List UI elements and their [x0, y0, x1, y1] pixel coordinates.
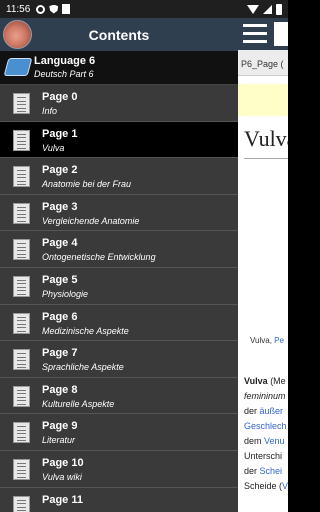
page-item-1[interactable]: Page 1 Vulva: [0, 121, 238, 159]
page-item-title: Page 1: [42, 127, 78, 140]
app-screen: 11:56 P6_Page ( Vulva Vulva, Pe Vulva (M…: [0, 0, 288, 512]
page-item-title: Page 6: [42, 310, 78, 323]
page-document-icon: [13, 93, 30, 114]
article-link[interactable]: Geschlech: [244, 421, 287, 431]
page-document-icon: [13, 202, 30, 224]
page-document-icon: [13, 239, 30, 261]
page-item-title: Page 11: [42, 493, 83, 506]
content-area: P6_Page ( Vulva Vulva, Pe Vulva (Me femin…: [238, 18, 288, 512]
page-item-5[interactable]: Page 5 Physiologie: [0, 267, 238, 305]
article-link[interactable]: Venu: [264, 436, 285, 446]
page-item-subtitle: Physiologie: [42, 288, 89, 299]
page-item-6[interactable]: Page 6 Medizinische Aspekte: [0, 304, 238, 342]
page-list: Page 0 Info Page 1 Vulva Page 2 Anatomie bei …: [0, 85, 238, 512]
article-body: Vulva (Me femininum der äußer Geschlech dem …: [244, 374, 288, 494]
article-line: Vulva (Me: [244, 374, 288, 389]
document-status-icon: [62, 4, 71, 14]
page-item-4[interactable]: Page 4 Ontogenetische Entwicklung: [0, 231, 238, 268]
page-item-subtitle: Ontogenetische Entwicklung: [42, 252, 156, 263]
article-line: der äußer: [244, 404, 288, 419]
page-item-subtitle: Kulturelle Aspekte: [42, 398, 115, 409]
page-item-title: Page 5: [42, 273, 78, 286]
page-item-title: Page 7: [42, 347, 78, 360]
status-bar: 11:56: [0, 0, 288, 18]
page-item-subtitle: Anatomie bei der Frau: [42, 179, 132, 190]
article-link[interactable]: V: [282, 481, 288, 491]
page-item-9[interactable]: Page 9 Literatur: [0, 414, 238, 451]
article-link[interactable]: äußer: [260, 406, 284, 416]
image-caption: Vulva, Pe: [250, 336, 284, 345]
signal-icon: [263, 4, 272, 14]
page-document-icon: [13, 166, 30, 188]
page-item-2[interactable]: Page 2 Anatomie bei der Frau: [0, 158, 238, 195]
page-item-subtitle: Vergleichende Anatomie: [42, 215, 140, 226]
status-time: 11:56: [6, 3, 31, 15]
page-item-11[interactable]: Page 11: [0, 487, 238, 512]
article-line: Scheide (V: [244, 479, 288, 494]
language-subtitle: Deutsch Part 6: [34, 69, 94, 79]
page-item-subtitle: Medizinische Aspekte: [42, 325, 129, 336]
page-document-icon: [13, 349, 30, 371]
page-item-subtitle: Sprachliche Aspekte: [42, 362, 124, 373]
article-heading: Vulva: [244, 126, 288, 151]
page-item-title: Page 9: [42, 420, 78, 433]
drawer-header: Contents: [0, 18, 238, 51]
page-document-icon: [13, 275, 30, 297]
hamburger-menu-icon[interactable]: [243, 24, 267, 44]
page-document-icon: [13, 129, 30, 151]
page-item-title: Page 4: [42, 237, 78, 250]
page-document-icon: [13, 385, 30, 407]
article-text: Unterschi: [244, 451, 283, 461]
page-item-3[interactable]: Page 3 Vergleichende Anatomie: [0, 194, 238, 232]
page-item-title: Page 10: [42, 456, 84, 469]
language-title: Language 6: [34, 55, 96, 67]
book-icon: [3, 58, 33, 76]
article-link[interactable]: Schei: [260, 466, 283, 476]
article-line: Unterschi: [244, 449, 288, 464]
page-item-7[interactable]: Page 7 Sprachliche Aspekte: [0, 341, 238, 378]
article-line: der Schei: [244, 464, 288, 479]
caption-link[interactable]: Pe: [274, 336, 284, 345]
page-document-icon: [13, 422, 30, 444]
article-line: Geschlech: [244, 419, 288, 434]
navigation-drawer: Contents Language 6 Deutsch Part 6 Page …: [0, 18, 238, 512]
appbar-action-button[interactable]: [274, 22, 288, 46]
article-text: Scheide (: [244, 481, 283, 491]
wifi-icon: [247, 4, 259, 14]
page-item-subtitle: Vulva wiki: [42, 471, 82, 482]
page-document-icon: [13, 495, 30, 512]
drawer-title: Contents: [88, 27, 150, 43]
page-item-subtitle: Info: [42, 106, 58, 116]
article-text: (Me: [267, 376, 286, 386]
page-item-8[interactable]: Page 8 Kulturelle Aspekte: [0, 377, 238, 415]
page-item-subtitle: Vulva: [42, 142, 65, 153]
page-item-subtitle: Literatur: [42, 435, 76, 446]
shield-status-icon: [49, 4, 59, 14]
article-text: femininum: [244, 391, 286, 401]
page-document-icon: [13, 312, 30, 334]
settings-status-icon: [36, 4, 46, 14]
article-line: femininum: [244, 389, 288, 404]
page-item-10[interactable]: Page 10 Vulva wiki: [0, 450, 238, 488]
page-document-icon: [13, 458, 30, 480]
language-item[interactable]: Language 6 Deutsch Part 6: [0, 51, 238, 85]
app-bar: [238, 18, 288, 50]
page-item-title: Page 2: [42, 164, 78, 177]
heading-divider: [244, 158, 288, 159]
article-text: der: [244, 406, 260, 416]
article-text: der: [244, 466, 260, 476]
article-text: dem: [244, 436, 265, 446]
battery-icon: [276, 3, 282, 15]
page-item-0[interactable]: Page 0 Info: [0, 85, 238, 122]
article-line: dem Venu: [244, 434, 288, 449]
page-item-title: Page 3: [42, 200, 78, 213]
notice-banner: [238, 84, 288, 116]
page-item-title: Page 0: [42, 91, 78, 103]
page-tab[interactable]: P6_Page (: [238, 50, 288, 76]
page-item-title: Page 8: [42, 383, 78, 396]
article-text: Vulva: [244, 376, 268, 386]
